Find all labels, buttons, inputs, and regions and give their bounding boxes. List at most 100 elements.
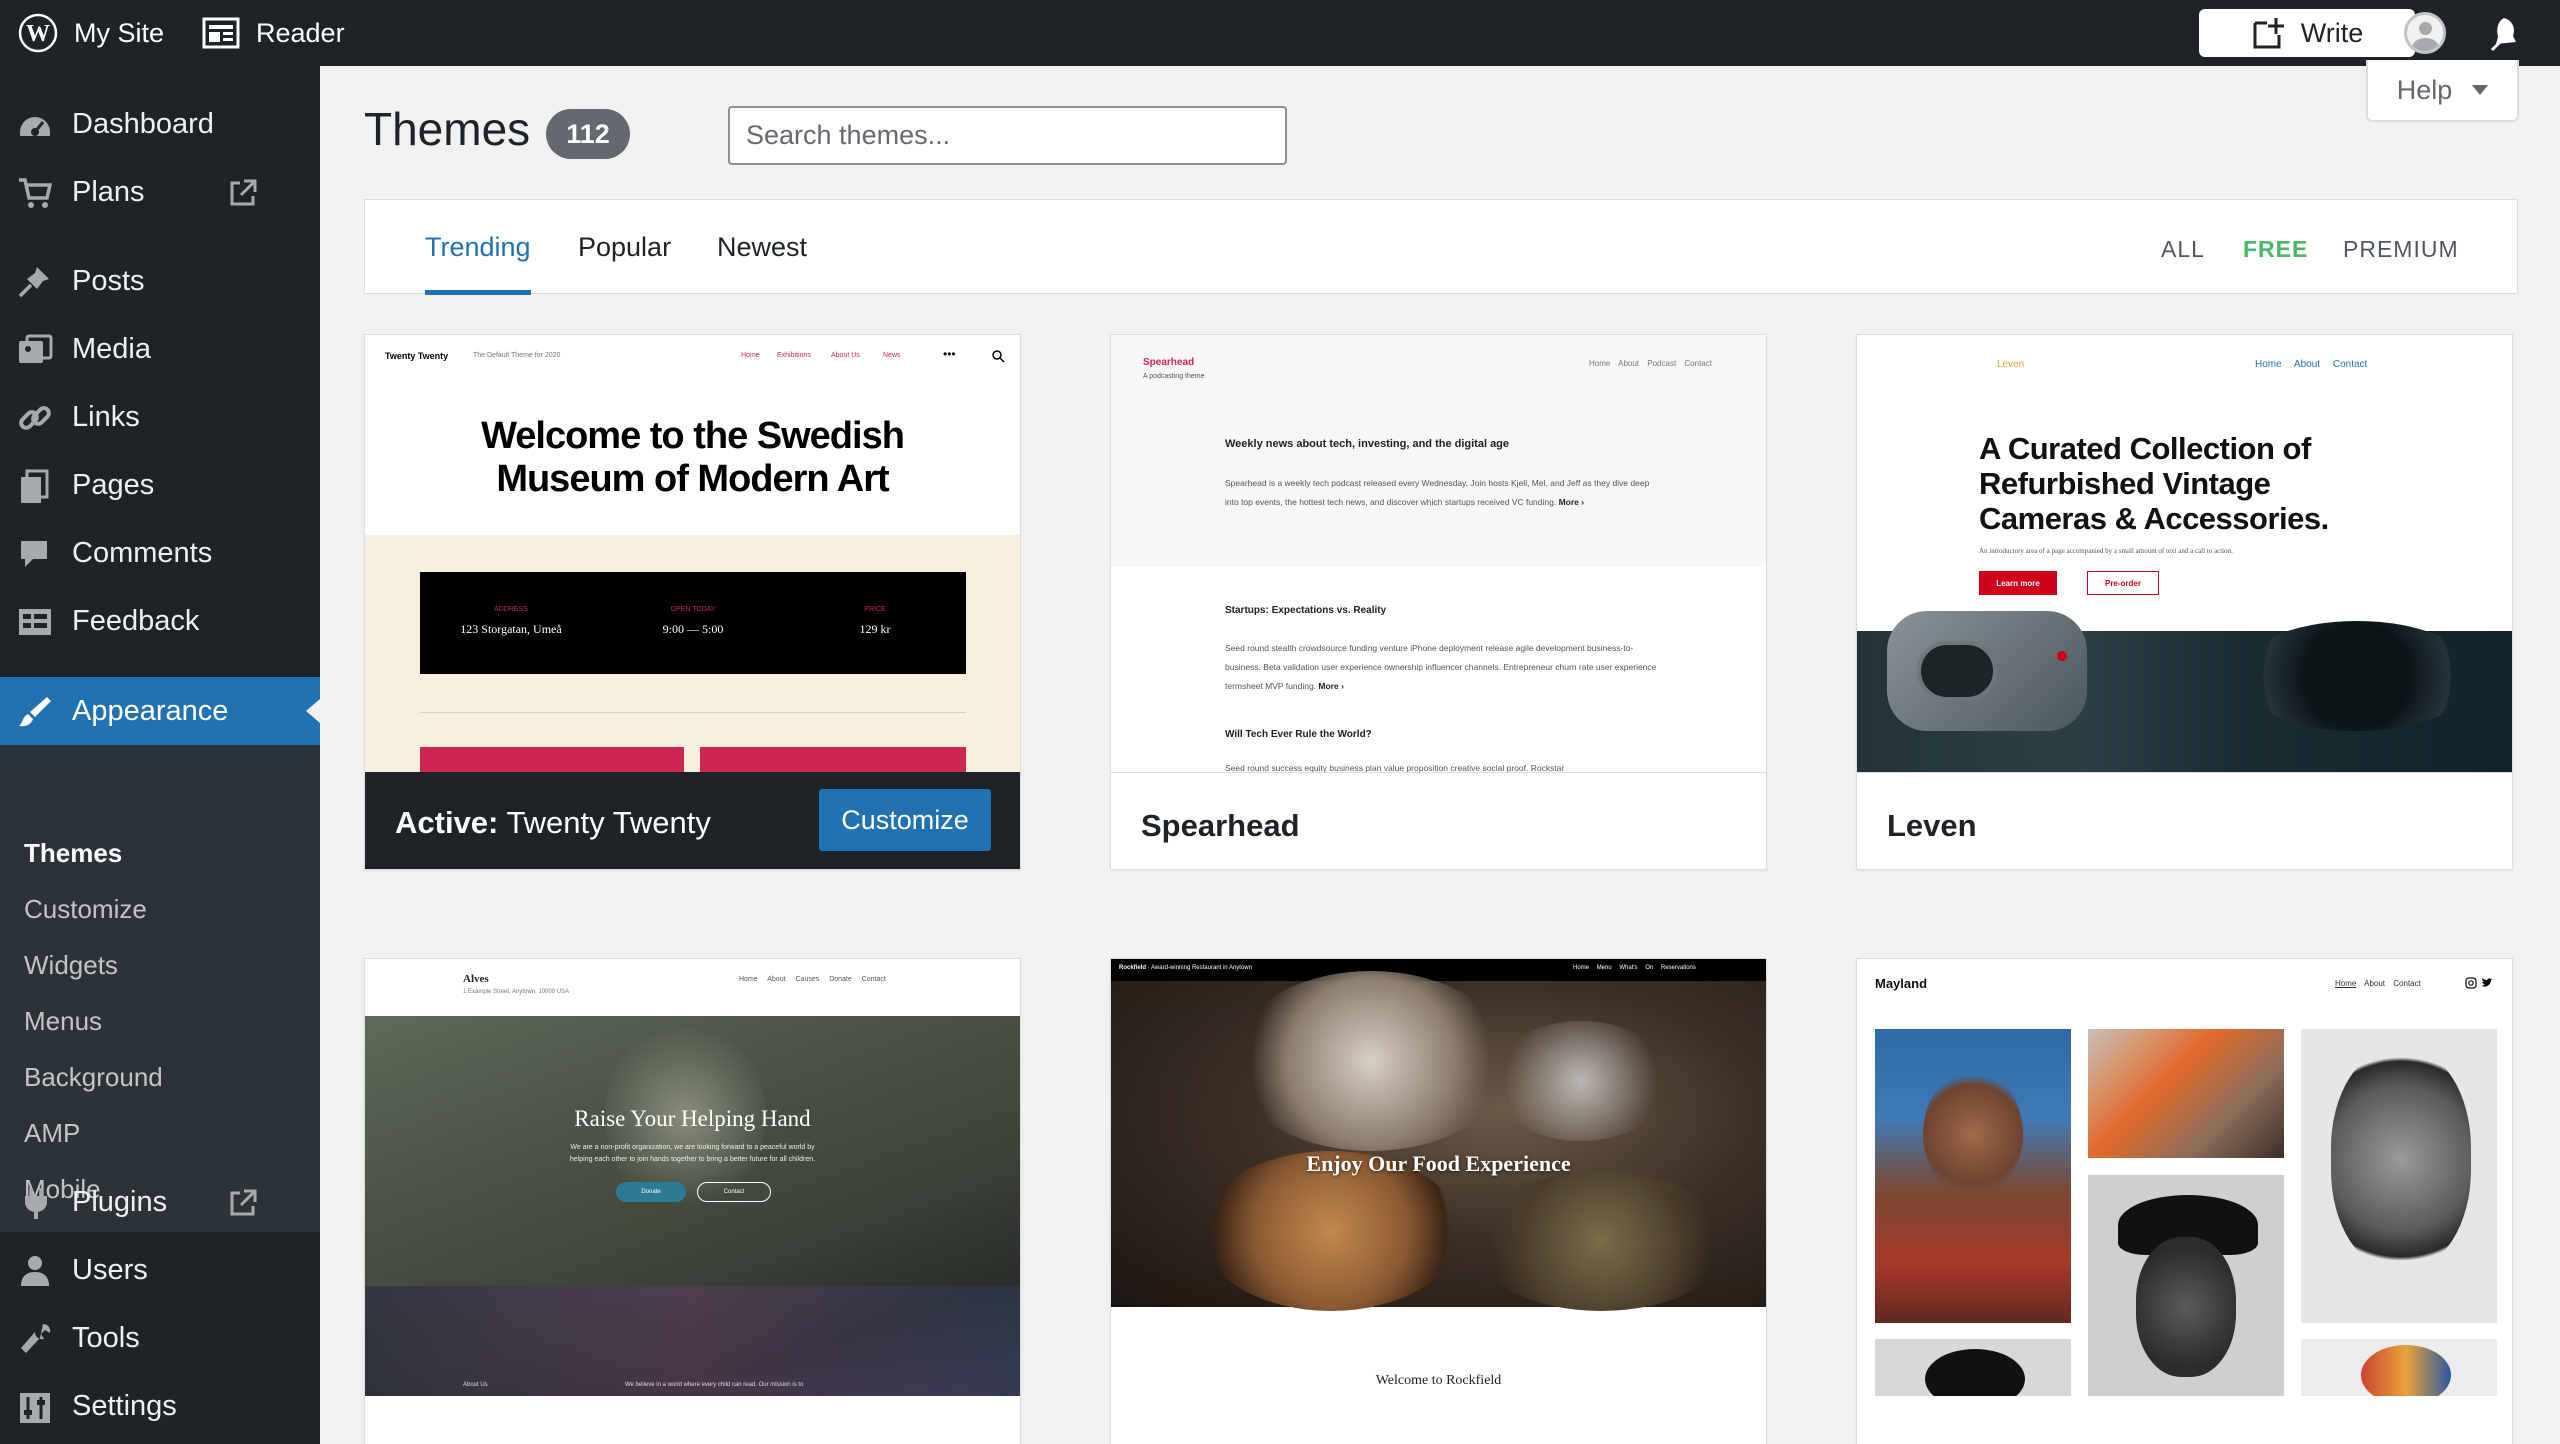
sidebar-item-dashboard[interactable]: Dashboard bbox=[0, 90, 320, 158]
sidebar-item-label: Links bbox=[72, 400, 140, 433]
help-button[interactable]: Help bbox=[2366, 60, 2519, 122]
theme-filter-bar: Trending Popular Newest ALL FREE PREMIUM bbox=[364, 199, 2518, 295]
preview-nav-news: News bbox=[883, 352, 901, 359]
sidebar-item-label: Users bbox=[72, 1253, 148, 1286]
submenu-item-background[interactable]: Background bbox=[24, 1062, 163, 1093]
tab-newest[interactable]: Newest bbox=[717, 200, 807, 295]
wordpress-logo-icon: W bbox=[18, 13, 58, 53]
submenu-item-customize[interactable]: Customize bbox=[24, 894, 147, 925]
theme-card-alves[interactable]: Alves 1 Example Street, Anytown, 10000 U… bbox=[364, 958, 1021, 1444]
sidebar-item-links[interactable]: Links bbox=[0, 383, 320, 451]
theme-card-mayland[interactable]: Mayland Home About Contact bbox=[1856, 958, 2513, 1444]
customize-button[interactable]: Customize bbox=[819, 789, 991, 851]
my-site-label: My Site bbox=[74, 17, 165, 48]
submenu-item-amp[interactable]: AMP bbox=[24, 1118, 80, 1149]
theme-screenshot[interactable]: Mayland Home About Contact bbox=[1857, 959, 2512, 1396]
preview-contact-button: Contact bbox=[697, 1182, 771, 1202]
tab-trending[interactable]: Trending bbox=[425, 200, 531, 295]
preview-welcome: Welcome to Rockfield bbox=[1375, 1373, 1502, 1388]
theme-card-leven[interactable]: Leven Home About Contact A Curated Colle… bbox=[1856, 334, 2513, 870]
external-link-icon bbox=[230, 179, 257, 206]
preview-photo-painter bbox=[2088, 1029, 2284, 1158]
preview-nav: Home About Contact bbox=[2335, 979, 2421, 988]
link-icon bbox=[19, 406, 51, 430]
sidebar-item-label: Settings bbox=[72, 1389, 177, 1422]
preview-info-key: ADDRESS bbox=[494, 606, 528, 613]
feedback-icon bbox=[19, 609, 51, 635]
sidebar-item-feedback[interactable]: Feedback bbox=[0, 587, 320, 655]
preview-nav: Home About Podcast Contact bbox=[1589, 359, 1712, 368]
theme-card-twenty-twenty[interactable]: Twenty Twenty The Default Theme for 2020… bbox=[364, 334, 1021, 870]
media-icon bbox=[19, 334, 53, 363]
preview-more-icon: ••• bbox=[943, 347, 956, 361]
preview-instagram-icon bbox=[2465, 977, 2477, 989]
sidebar-item-tools[interactable]: Tools bbox=[0, 1304, 320, 1372]
filter-premium[interactable]: PREMIUM bbox=[2343, 236, 2459, 263]
help-label: Help bbox=[2396, 74, 2453, 105]
sidebar-item-comments[interactable]: Comments bbox=[0, 519, 320, 587]
filter-all[interactable]: ALL bbox=[2161, 236, 2205, 263]
preview-headline-line1: Welcome to the Swedish bbox=[481, 415, 905, 457]
theme-screenshot[interactable]: Twenty Twenty The Default Theme for 2020… bbox=[365, 335, 1020, 772]
preview-foot-right: We believe in a world where every child … bbox=[625, 1382, 804, 1388]
write-button[interactable]: Write bbox=[2199, 9, 2415, 57]
preview-tagline: The Default Theme for 2020 bbox=[473, 352, 561, 359]
preview-site-title: Spearhead bbox=[1143, 357, 1195, 368]
theme-card-rockfield[interactable]: Rockfield · Award-winning Restaurant in … bbox=[1110, 958, 1767, 1444]
sidebar-item-posts[interactable]: Posts bbox=[0, 247, 320, 315]
sidebar-item-label: Plans bbox=[72, 175, 145, 208]
theme-card-spearhead[interactable]: Spearhead A podcasting theme Home About … bbox=[1110, 334, 1767, 870]
my-site-link[interactable]: W My Site bbox=[18, 0, 164, 66]
preview-photo-woman bbox=[1875, 1029, 2071, 1323]
preview-info-value: 129 kr bbox=[859, 622, 891, 636]
sidebar-item-label: Plugins bbox=[72, 1185, 168, 1218]
preview-info-key: OPEN TODAY bbox=[670, 606, 716, 613]
sidebar-item-media[interactable]: Media bbox=[0, 315, 320, 383]
admin-top-bar: W My Site Reader Write bbox=[0, 0, 2560, 66]
preview-nav: Home Menu What's On Reservations bbox=[1573, 965, 1696, 971]
pin-icon bbox=[18, 267, 49, 298]
tab-popular[interactable]: Popular bbox=[578, 200, 671, 295]
sidebar-item-label: Comments bbox=[72, 536, 213, 569]
preview-address: 1 Example Street, Anytown, 10000 USA bbox=[463, 989, 570, 995]
sidebar-item-plugins[interactable]: Plugins bbox=[0, 1168, 320, 1236]
theme-name[interactable]: Leven bbox=[1887, 808, 1977, 844]
preview-nav-exhibitions: Exhibitions bbox=[777, 352, 811, 359]
pages-icon bbox=[21, 469, 49, 503]
sidebar-item-label: Feedback bbox=[72, 604, 200, 637]
settings-icon bbox=[20, 1393, 50, 1423]
avatar[interactable] bbox=[2404, 12, 2446, 54]
theme-name[interactable]: Spearhead bbox=[1141, 808, 1300, 844]
filter-free[interactable]: FREE bbox=[2243, 236, 2308, 263]
preview-info-value: 9:00 — 5:00 bbox=[662, 622, 724, 636]
submenu-item-widgets[interactable]: Widgets bbox=[24, 950, 118, 981]
theme-screenshot[interactable]: Leven Home About Contact A Curated Colle… bbox=[1857, 335, 2512, 772]
reader-link[interactable]: Reader bbox=[202, 0, 345, 66]
sidebar-item-label: Tools bbox=[72, 1321, 140, 1354]
preview-heading: Weekly news about tech, investing, and t… bbox=[1225, 438, 1510, 450]
search-input[interactable] bbox=[728, 106, 1287, 165]
submenu-item-themes[interactable]: Themes bbox=[24, 838, 122, 869]
theme-screenshot[interactable]: Rockfield · Award-winning Restaurant in … bbox=[1111, 959, 1766, 1396]
notifications-bell-icon[interactable] bbox=[2482, 14, 2522, 54]
sidebar-item-users[interactable]: Users bbox=[0, 1236, 320, 1304]
preview-hero-image bbox=[1857, 611, 2512, 772]
preview-photo-boy bbox=[2088, 1175, 2284, 1396]
preview-intro: An introductory area of a page accompani… bbox=[1979, 547, 2233, 555]
theme-screenshot[interactable]: Alves 1 Example Street, Anytown, 10000 U… bbox=[365, 959, 1020, 1396]
sidebar-item-pages[interactable]: Pages bbox=[0, 451, 320, 519]
preview-hero-image: Raise Your Helping Hand We are a non-pro… bbox=[365, 1016, 1020, 1396]
preview-search-icon bbox=[992, 350, 1005, 363]
theme-screenshot[interactable]: Spearhead A podcasting theme Home About … bbox=[1111, 335, 1766, 772]
active-theme-label: Active: Twenty Twenty bbox=[395, 805, 711, 841]
sidebar-item-settings[interactable]: Settings bbox=[0, 1372, 320, 1440]
sidebar-item-appearance[interactable]: Appearance bbox=[0, 677, 320, 745]
sidebar-item-plans[interactable]: Plans bbox=[0, 158, 320, 226]
preview-info-key: PRICE bbox=[864, 606, 886, 613]
user-icon bbox=[21, 1256, 49, 1286]
preview-paragraph: Seed round success equity business plan … bbox=[1225, 763, 1565, 772]
submenu-item-menus[interactable]: Menus bbox=[24, 1006, 102, 1037]
reader-icon bbox=[202, 17, 240, 49]
preview-headline: Raise Your Helping Hand bbox=[574, 1106, 811, 1131]
active-theme-name: Twenty Twenty bbox=[506, 805, 711, 840]
